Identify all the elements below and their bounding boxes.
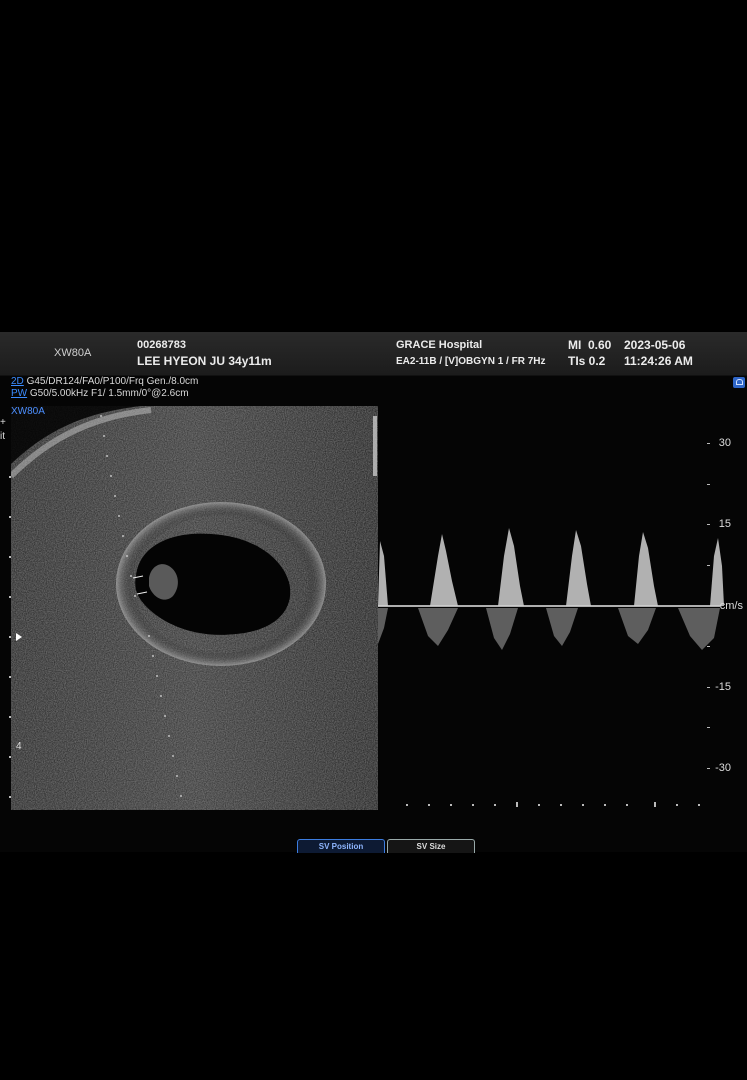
system-model: XW80A: [54, 347, 92, 359]
bmode-image[interactable]: [11, 406, 378, 810]
params-2d: 2D G45/DR124/FA0/P100/Frq Gen./8.0cm: [11, 376, 198, 387]
patient-id: 00268783: [137, 339, 186, 351]
mode-pw-link[interactable]: PW: [11, 388, 27, 399]
doppler-waveforms: [378, 528, 724, 606]
depth-marker: 4: [16, 741, 22, 752]
scale-label-15: 15: [718, 518, 731, 530]
ultrasound-screen: XW80A 00268783 LEE HYEON JU 34y11m GRACE…: [0, 332, 747, 853]
focus-marker-icon[interactable]: [16, 633, 22, 641]
left-rail: + it: [0, 416, 11, 816]
bmode-image-label: XW80A: [11, 406, 45, 417]
grayscale-bar: [373, 416, 377, 476]
sv-position-button[interactable]: SV Position: [297, 839, 385, 853]
doppler-spectrum[interactable]: 30 15 cm/s -15 -30: [378, 406, 747, 816]
patient-name: LEE HYEON JU 34y11m: [137, 354, 272, 368]
doppler-spectrum-svg: [378, 443, 724, 807]
params-pw-values: G50/5.00kHz F1/ 1.5mm/0°@2.6cm: [29, 388, 189, 399]
exam-time: 11:24:26 AM: [624, 354, 693, 368]
patient-header: XW80A 00268783 LEE HYEON JU 34y11m GRACE…: [0, 332, 747, 376]
probe-preset: EA2-11B / [V]OBGYN 1 / FR 7Hz: [396, 356, 546, 367]
scale-label-neg15: -15: [715, 681, 731, 693]
hospital-name: GRACE Hospital: [396, 339, 483, 351]
plus-marker-icon: +: [0, 417, 6, 428]
params-pw: PW G50/5.00kHz F1/ 1.5mm/0°@2.6cm: [11, 388, 189, 399]
params-2d-values: G45/DR124/FA0/P100/Frq Gen./8.0cm: [26, 376, 199, 387]
mi-value: 0.60: [588, 338, 612, 352]
lock-icon[interactable]: [733, 377, 745, 388]
sv-size-button[interactable]: SV Size: [387, 839, 475, 853]
scale-label-30: 30: [718, 437, 731, 449]
exam-date: 2023-05-06: [624, 338, 686, 352]
bmode-scan-svg: [11, 406, 378, 810]
mi-label: MI: [568, 338, 582, 352]
velocity-unit: cm/s: [719, 600, 743, 612]
tis-value: TIs 0.2: [568, 354, 606, 368]
mode-2d-link[interactable]: 2D: [11, 376, 24, 387]
doppler-reverse-flow: [378, 608, 720, 650]
rail-partial-text: it: [0, 431, 5, 442]
scale-label-neg30: -30: [715, 762, 731, 774]
